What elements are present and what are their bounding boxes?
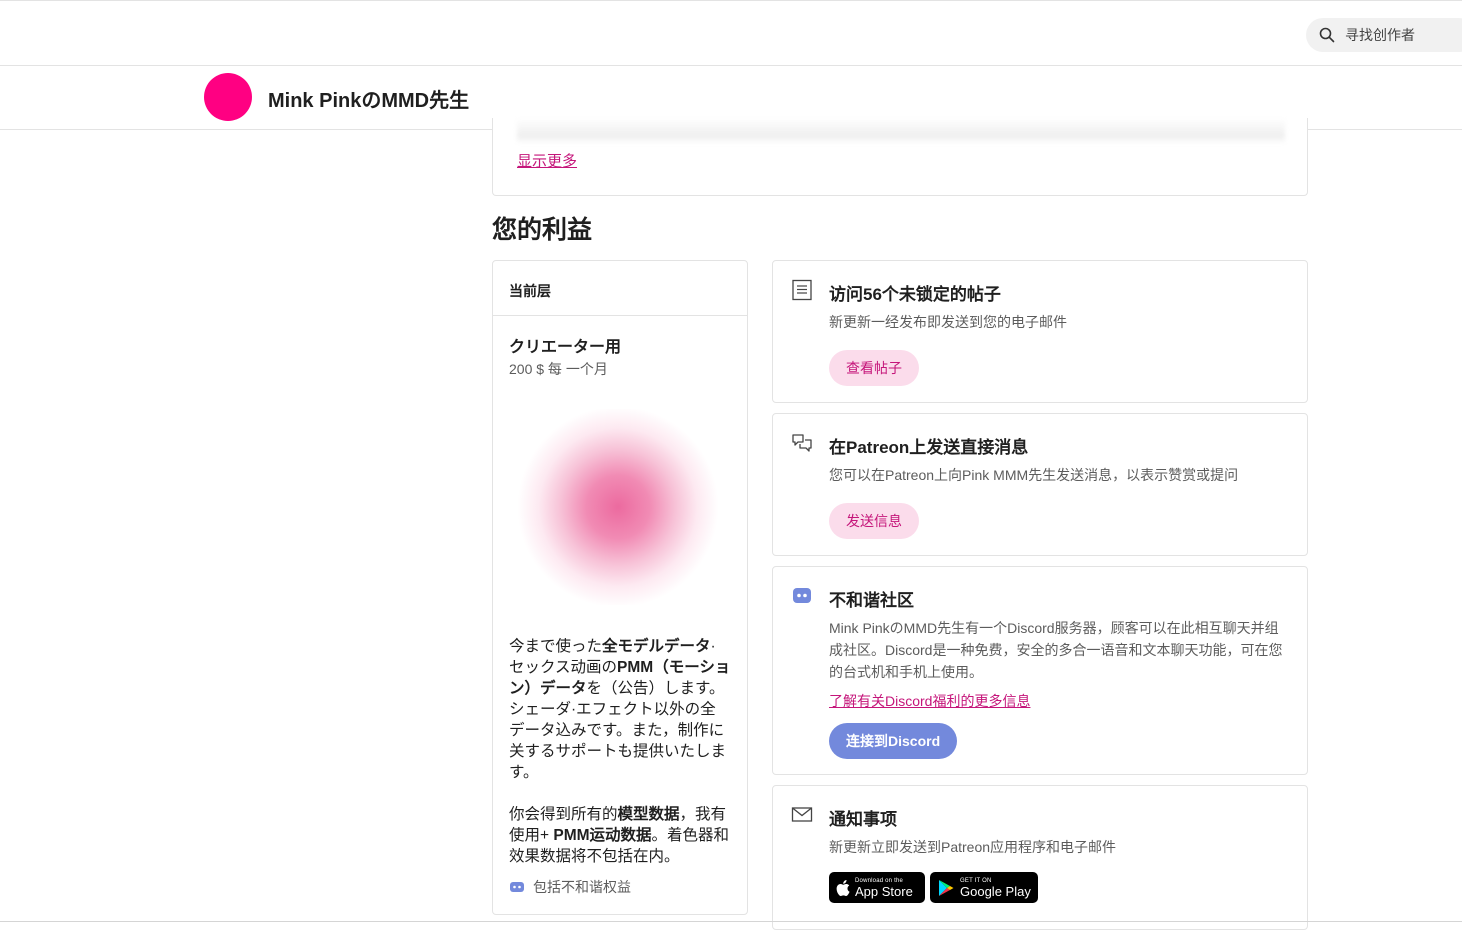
app-store-button[interactable]: Download on the App Store bbox=[829, 872, 925, 903]
google-play-button[interactable]: GET IT ON Google Play bbox=[930, 872, 1038, 903]
google-play-icon bbox=[937, 879, 955, 897]
tier-description-jp: 今まで使った全モデルデータ·セックス动画のPMM（モーション）データを（公告）し… bbox=[509, 638, 731, 781]
benefit-messages-card: 在Patreon上发送直接消息 您可以在Patreon上向Pink MMM先生发… bbox=[772, 413, 1308, 556]
benefit-discord-text: Mink PinkのMMD先生有一个Discord服务器，顾客可以在此相互聊天并… bbox=[829, 620, 1283, 680]
top-nav-bar: 寻找创作者 bbox=[0, 0, 1462, 66]
connect-discord-button[interactable]: 连接到Discord bbox=[829, 723, 958, 759]
app-store-small-text: Download on the bbox=[855, 877, 904, 884]
document-icon bbox=[791, 279, 813, 301]
search-icon bbox=[1319, 27, 1335, 43]
benefit-messages-title: 在Patreon上发送直接消息 bbox=[829, 438, 1029, 457]
chat-icon bbox=[791, 432, 813, 454]
google-play-small-text: GET IT ON bbox=[960, 877, 992, 884]
benefit-notifications-text: 新更新立即发送到Patreon应用程序和电子邮件 bbox=[829, 839, 1117, 855]
search-placeholder: 寻找创作者 bbox=[1345, 27, 1415, 43]
send-message-button[interactable]: 发送信息 bbox=[829, 503, 919, 539]
tier-discord-label: 包括不和谐权益 bbox=[533, 879, 631, 895]
benefit-discord-title: 不和谐社区 bbox=[829, 591, 914, 610]
view-posts-button[interactable]: 查看帖子 bbox=[829, 350, 919, 386]
discord-learn-more-link[interactable]: 了解有关Discord福利的更多信息 bbox=[829, 691, 1030, 711]
show-more-link[interactable]: 显示更多 bbox=[517, 150, 577, 171]
benefit-messages-text: 您可以在Patreon上向Pink MMM先生发送消息，以表示赞赏或提问 bbox=[829, 467, 1239, 483]
tier-discord-note: 包括不和谐权益 bbox=[509, 877, 631, 897]
benefit-posts-title: 访问56个未锁定的帖子 bbox=[829, 285, 1001, 304]
current-tier-card: 当前层 クリエーター用 200 $ 每 一个月 今まで使った全モデルデータ·セッ… bbox=[492, 260, 748, 915]
tier-name: クリエーター用 bbox=[509, 339, 622, 356]
benefit-posts-text: 新更新一经发布即发送到您的电子邮件 bbox=[829, 314, 1067, 330]
creator-avatar[interactable] bbox=[204, 73, 252, 121]
benefit-discord-card: 不和谐社区 Mink PinkのMMD先生有一个Discord服务器，顾客可以在… bbox=[772, 566, 1308, 775]
benefit-notifications-title: 通知事项 bbox=[829, 810, 897, 829]
benefit-notifications-card: 通知事项 新更新立即发送到Patreon应用程序和电子邮件 Download o… bbox=[772, 785, 1308, 930]
content-fade bbox=[517, 118, 1285, 144]
discord-icon bbox=[509, 880, 525, 894]
tier-description-cn: 你会得到所有的模型数据，我有使用+ PMM运动数据。着色器和效果数据将不包括在内… bbox=[509, 806, 730, 865]
benefit-posts-card: 访问56个未锁定的帖子 新更新一经发布即发送到您的电子邮件 查看帖子 bbox=[772, 260, 1308, 403]
tier-image bbox=[513, 409, 723, 605]
tier-price: 200 $ 每 一个月 bbox=[509, 361, 608, 377]
tier-header: 当前层 bbox=[493, 261, 747, 316]
page-bottom-divider bbox=[0, 921, 1462, 922]
tier-description: 今まで使った全モデルデータ·セックス动画のPMM（モーション）データを（公告）し… bbox=[509, 636, 731, 888]
discord-icon bbox=[791, 585, 813, 607]
apple-icon bbox=[836, 879, 850, 896]
creator-name[interactable]: Mink PinkのMMD先生 bbox=[268, 84, 469, 113]
about-card: 显示更多 bbox=[492, 118, 1308, 196]
google-play-big-text: Google Play bbox=[960, 883, 1031, 899]
benefits-title: 您的利益 bbox=[492, 216, 593, 244]
app-store-big-text: App Store bbox=[855, 883, 913, 899]
search-input[interactable]: 寻找创作者 bbox=[1306, 18, 1462, 52]
mail-icon bbox=[791, 804, 813, 826]
